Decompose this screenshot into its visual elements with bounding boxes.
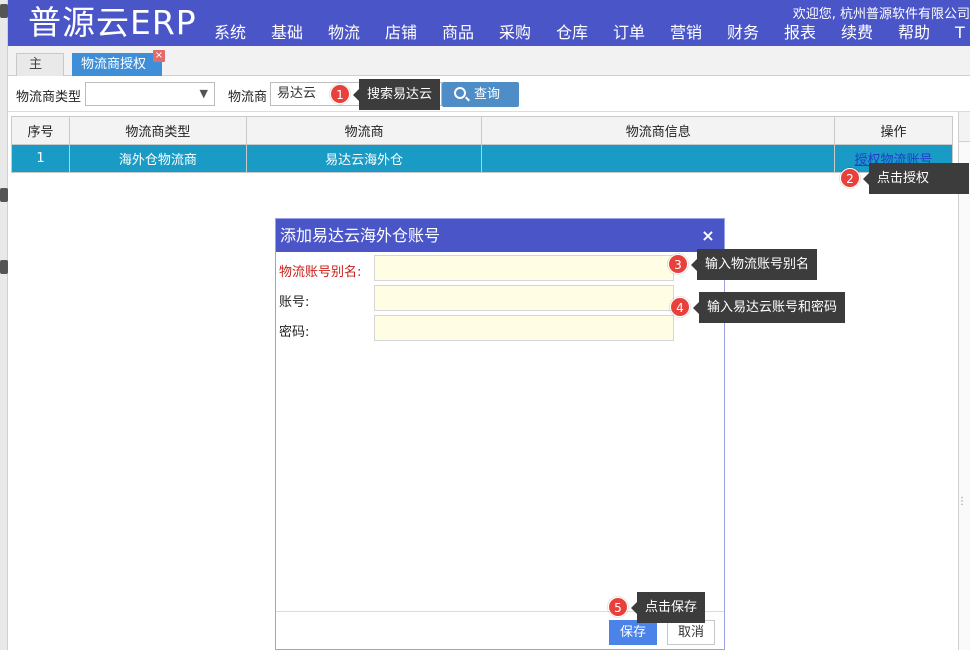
cell-info: [481, 144, 836, 173]
cell-index: 1: [11, 144, 70, 173]
right-pane-header: [959, 112, 970, 142]
callout-tip: 搜索易达云: [352, 79, 441, 110]
side-glyph: [0, 188, 8, 202]
callout-badge: 4: [670, 297, 690, 317]
top-header: 普源云ERP 欢迎您, 杭州普源软件有限公司 系统 基础 物流 店铺 商品 采购…: [8, 0, 970, 46]
callout-badge: 2: [840, 168, 860, 188]
cell-carrier: 易达云海外仓: [245, 144, 483, 173]
callout-tip: 输入物流账号别名: [690, 249, 818, 280]
query-button-label: 查询: [474, 87, 501, 102]
field-row-password: 密码:: [279, 315, 679, 341]
nav-item-more[interactable]: T: [955, 22, 970, 44]
dialog-title: 添加易达云海外仓账号: [280, 226, 441, 245]
nav-item-shops[interactable]: 店铺: [385, 22, 442, 44]
callout-badge: 5: [608, 597, 628, 617]
nav-item-help[interactable]: 帮助: [898, 22, 955, 44]
column-header-action[interactable]: 操作: [834, 116, 953, 145]
search-icon: [454, 87, 466, 99]
tab-close-icon[interactable]: ×: [153, 50, 165, 62]
alias-label: 物流账号别名:: [279, 265, 362, 280]
alias-input[interactable]: [374, 255, 674, 281]
nav-item-products[interactable]: 商品: [442, 22, 499, 44]
table-header-row: 序号 物流商类型 物流商 物流商信息 操作: [11, 116, 953, 145]
close-icon[interactable]: ×: [700, 219, 716, 252]
cell-type: 海外仓物流商: [68, 144, 247, 173]
add-account-dialog: 添加易达云海外仓账号 × 物流账号别名: 账号: 密码: 保存 取消: [275, 218, 725, 650]
tab-home[interactable]: 主页: [16, 53, 64, 93]
nav-item-renewal[interactable]: 续费: [841, 22, 898, 44]
tab-bar: 主页 物流商授权 ×: [8, 46, 970, 93]
nav-item-warehouse[interactable]: 仓库: [556, 22, 613, 44]
left-strip: [0, 0, 8, 650]
tab-carrier-auth[interactable]: 物流商授权 ×: [72, 50, 165, 76]
column-header-type[interactable]: 物流商类型: [68, 116, 247, 145]
side-glyph: [0, 260, 8, 274]
nav-item-purchasing[interactable]: 采购: [499, 22, 556, 44]
carrier-label: 物流商: [228, 90, 268, 105]
column-header-carrier[interactable]: 物流商: [245, 116, 483, 145]
callout-badge: 3: [668, 254, 688, 274]
carrier-table: 序号 物流商类型 物流商 物流商信息 操作 1 海外仓物流商 易达云海外仓 授权…: [11, 116, 953, 173]
column-header-info[interactable]: 物流商信息: [481, 116, 836, 145]
callout-tip: 输入易达云账号和密码: [692, 292, 846, 323]
account-label: 账号:: [279, 295, 310, 310]
nav-item-marketing[interactable]: 营销: [670, 22, 727, 44]
nav-item-system[interactable]: 系统: [214, 22, 271, 44]
chevron-down-icon: ▼: [199, 87, 208, 100]
carrier-type-select[interactable]: ▼: [85, 82, 215, 106]
password-label: 密码:: [279, 325, 310, 340]
callout-tip: 点击保存: [630, 592, 706, 623]
callout-badge: 1: [330, 84, 350, 104]
save-button[interactable]: 保存: [609, 620, 657, 645]
query-button[interactable]: 查询: [442, 82, 519, 107]
carrier-type-label: 物流商类型: [16, 90, 82, 105]
nav-item-reports[interactable]: 报表: [784, 22, 841, 44]
tab-carrier-auth-label: 物流商授权: [81, 57, 147, 72]
callout-tip: 点击授权: [863, 163, 969, 194]
password-input[interactable]: [374, 315, 674, 341]
field-row-account: 账号:: [279, 285, 679, 311]
splitter-handle[interactable]: ⋮: [957, 497, 967, 512]
column-header-index[interactable]: 序号: [11, 116, 70, 145]
nav-item-finance[interactable]: 财务: [727, 22, 784, 44]
search-toolbar: 物流商类型 ▼ 物流商 易达云 查询: [8, 77, 970, 112]
side-glyph: [0, 4, 8, 18]
account-input[interactable]: [374, 285, 674, 311]
table-row[interactable]: 1 海外仓物流商 易达云海外仓 授权物流账号: [11, 144, 953, 173]
nav-item-logistics[interactable]: 物流: [328, 22, 385, 44]
app-logo: 普源云ERP: [28, 3, 197, 42]
welcome-text: 欢迎您, 杭州普源软件有限公司: [792, 7, 970, 22]
main-nav: 系统 基础 物流 店铺 商品 采购 仓库 订单 营销 财务 报表 续费 帮助 T: [214, 22, 970, 44]
nav-item-basics[interactable]: 基础: [271, 22, 328, 44]
field-row-alias: 物流账号别名:: [279, 255, 679, 281]
nav-item-orders[interactable]: 订单: [613, 22, 670, 44]
dialog-title-bar: 添加易达云海外仓账号 ×: [276, 219, 724, 252]
cancel-button[interactable]: 取消: [667, 620, 715, 645]
